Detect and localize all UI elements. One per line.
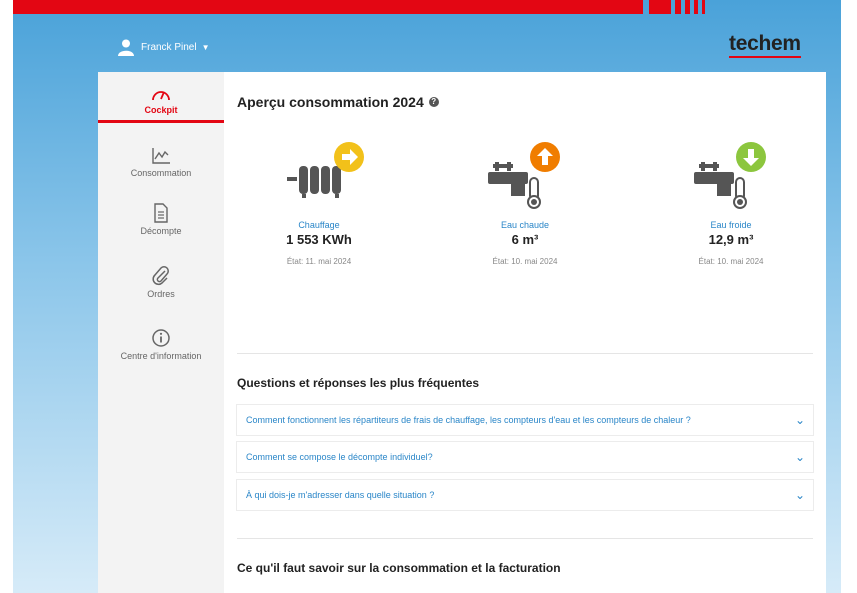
info-icon	[152, 329, 170, 347]
trend-arrow-right-icon	[334, 142, 364, 172]
trend-arrow-down-icon	[736, 142, 766, 172]
user-icon	[118, 39, 134, 56]
card-icon-wrap	[430, 142, 620, 212]
logo-text: techem	[729, 32, 801, 55]
faq-question: Comment fonctionnent les répartiteurs de…	[246, 415, 691, 425]
faq-item[interactable]: Comment fonctionnent les répartiteurs de…	[237, 405, 813, 435]
card-label: Eau chaude	[500, 220, 550, 230]
thermometer-icon	[527, 177, 541, 209]
card-value: 12,9 m³	[708, 232, 754, 247]
card-value: 6 m³	[511, 232, 539, 247]
active-indicator	[98, 120, 224, 123]
logo-underline	[729, 56, 801, 58]
card-icon-wrap	[636, 142, 826, 212]
content-area: Aperçu consommation 2024 ? Chauffage 1 5…	[224, 72, 826, 593]
sidebar-item-label: Cockpit	[144, 105, 178, 115]
sidebar-item-label: Consommation	[130, 168, 192, 178]
faq-title: Questions et réponses les plus fréquente…	[237, 376, 480, 390]
techem-logo[interactable]: techem	[729, 32, 801, 58]
faq-question: À qui dois-je m'adresser dans quelle sit…	[246, 490, 435, 500]
sidebar-item-centre-information[interactable]: Centre d'information	[98, 328, 224, 361]
sidebar-item-consommation[interactable]: Consommation	[98, 147, 224, 178]
sidebar: Cockpit Consommation Décompte Ordres Cen…	[98, 72, 224, 593]
billing-title: Ce qu'il faut savoir sur la consommation…	[237, 561, 561, 575]
radiator-icon	[287, 142, 364, 198]
chevron-down-icon[interactable]: ⌄	[795, 488, 813, 502]
section-divider	[237, 353, 813, 354]
sidebar-item-cockpit[interactable]: Cockpit	[98, 86, 224, 123]
brand-red-stripes	[645, 0, 715, 14]
consumption-card-cold-water[interactable]: Eau froide 12,9 m³ État: 10. mai 2024	[636, 142, 826, 266]
sidebar-item-ordres[interactable]: Ordres	[98, 266, 224, 299]
consumption-card-hot-water[interactable]: Eau chaude 6 m³ État: 10. mai 2024	[430, 142, 620, 266]
cold-water-tap-icon	[694, 142, 766, 209]
sidebar-item-label: Décompte	[140, 226, 182, 236]
user-menu[interactable]: Franck Pinel ▼	[117, 38, 210, 56]
card-icon-wrap	[224, 142, 414, 212]
faq-item[interactable]: Comment se compose le décompte individue…	[237, 442, 813, 472]
sidebar-item-label: Ordres	[147, 289, 175, 299]
user-name: Franck Pinel	[141, 41, 197, 53]
trend-arrow-up-icon	[530, 142, 560, 172]
sidebar-item-decompte[interactable]: Décompte	[98, 203, 224, 236]
chevron-down-icon: ▼	[201, 42, 210, 52]
faq-question: Comment se compose le décompte individue…	[246, 452, 433, 462]
line-chart-icon	[152, 148, 170, 164]
gauge-icon	[152, 91, 170, 101]
paperclip-icon	[152, 266, 169, 286]
top-bar: Franck Pinel ▼ techem	[13, 18, 841, 70]
document-icon	[154, 203, 168, 223]
faq-item[interactable]: À qui dois-je m'adresser dans quelle sit…	[237, 480, 813, 510]
sidebar-item-label: Centre d'information	[120, 351, 202, 361]
consumption-card-heating[interactable]: Chauffage 1 553 KWh État: 11. mai 2024	[224, 142, 414, 266]
thermometer-icon	[733, 177, 747, 209]
main-panel: Cockpit Consommation Décompte Ordres Cen…	[98, 72, 826, 593]
card-label: Chauffage	[298, 220, 340, 230]
card-value: 1 553 KWh	[286, 232, 352, 247]
overview-title: Aperçu consommation 2024 ?	[237, 94, 439, 110]
card-date: État: 10. mai 2024	[492, 257, 558, 266]
chevron-down-icon[interactable]: ⌄	[795, 413, 813, 427]
help-icon[interactable]: ?	[428, 97, 439, 107]
brand-red-bar	[13, 0, 643, 14]
card-label: Eau froide	[710, 220, 752, 230]
card-date: État: 10. mai 2024	[698, 257, 764, 266]
overview-title-text: Aperçu consommation 2024	[237, 94, 424, 110]
card-date: État: 11. mai 2024	[286, 257, 352, 266]
section-divider	[237, 538, 813, 539]
chevron-down-icon[interactable]: ⌄	[795, 450, 813, 464]
hot-water-tap-icon	[488, 142, 560, 209]
